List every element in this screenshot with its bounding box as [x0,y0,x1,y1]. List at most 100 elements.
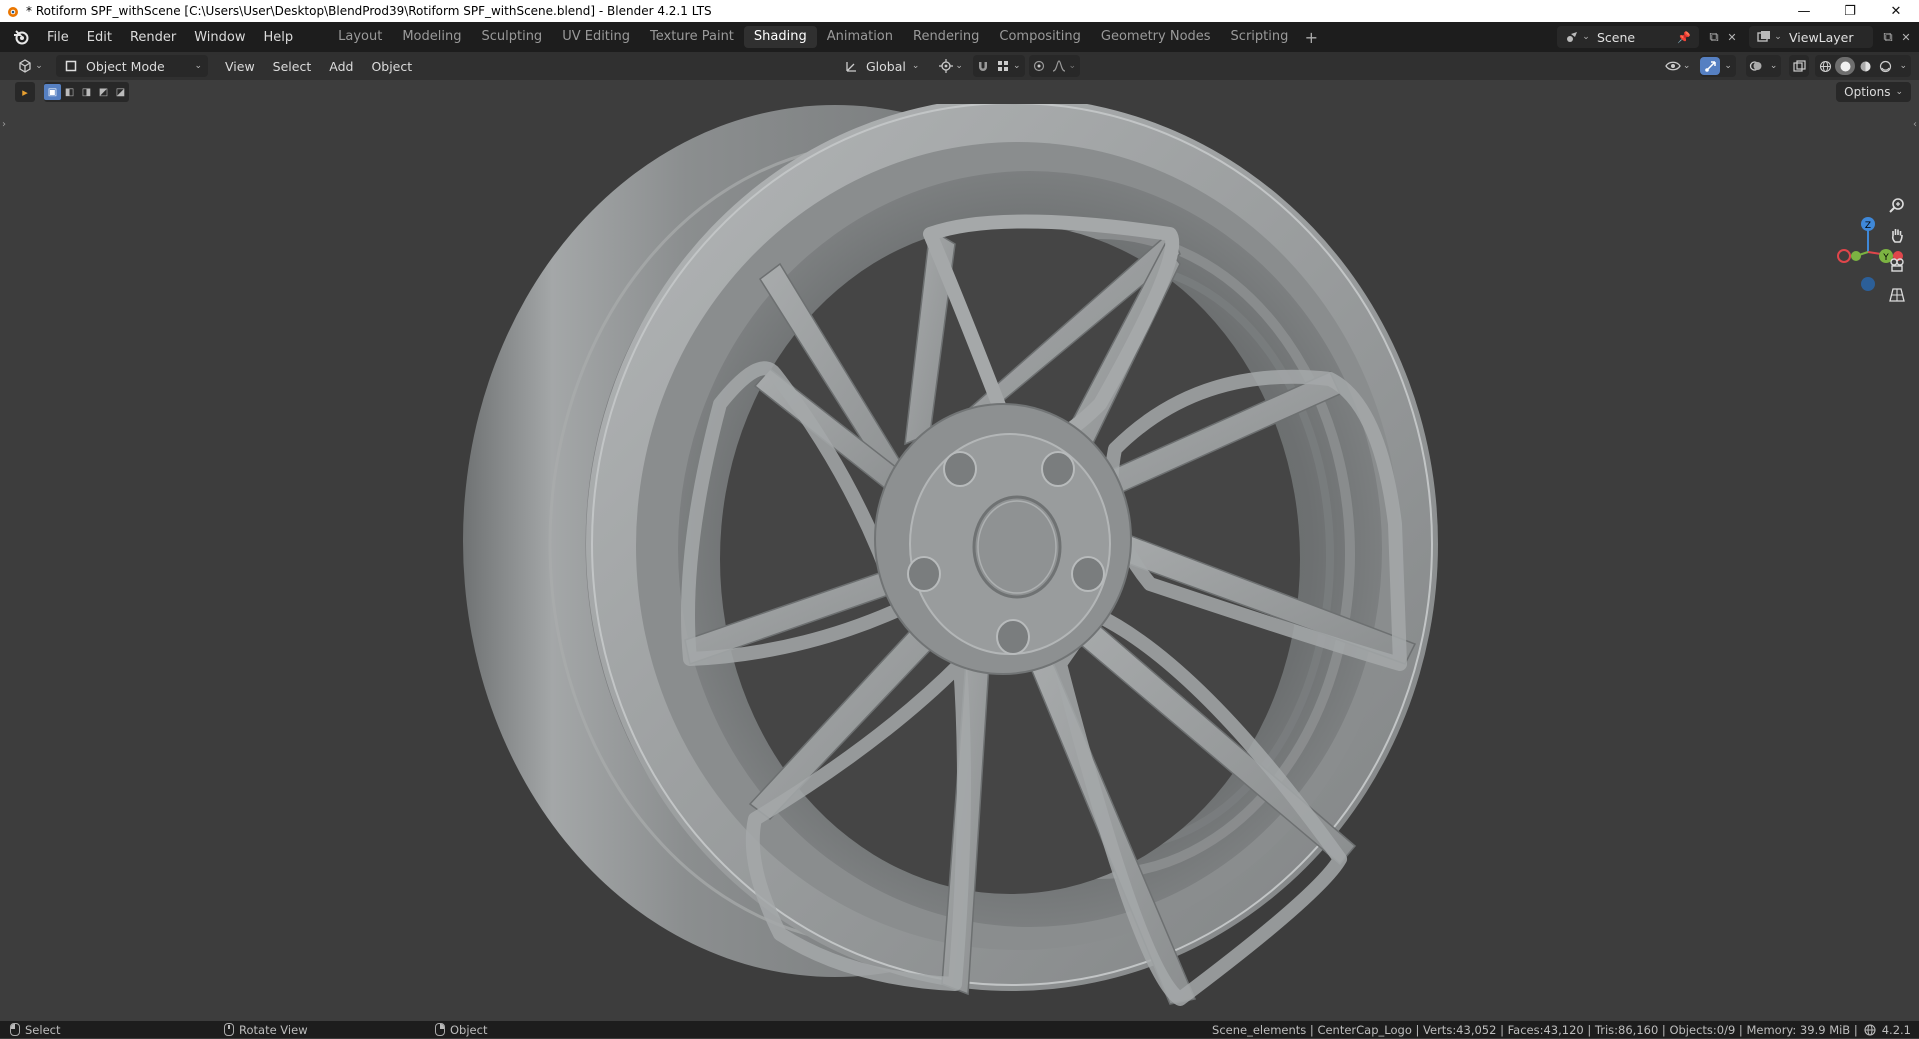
window-title: * Rotiform SPF_withScene [C:\Users\User\… [26,4,712,18]
pivot-point-selector[interactable]: ⌄ [931,55,969,77]
center-cap [972,495,1062,599]
snap-increment-icon[interactable] [993,57,1013,75]
xray-control [1789,55,1810,77]
menu-view[interactable]: View [216,59,264,74]
chevron-down-icon: ⌄ [1012,61,1021,71]
rendered-shading-icon[interactable] [1875,57,1895,75]
tab-shading[interactable]: Shading [743,26,817,48]
status-right-mouse-label: Object [450,1022,488,1037]
falloff-icon[interactable] [1049,57,1069,75]
transform-orientation-selector[interactable]: Global ⌄ [836,55,925,77]
status-bar: Select Rotate View Object Scene_elements… [0,1021,1919,1038]
tab-texture-paint[interactable]: Texture Paint [640,26,744,48]
viewport-display-tools: ⌄ ⌄ ⌄ ⌄ [1659,55,1911,77]
transform-tools: Global ⌄ ⌄ ⌄ ⌄ [836,55,1081,77]
editor-type-selector[interactable]: ⌄ [10,55,50,77]
select-tool-icon[interactable]: ▸ [15,82,35,102]
delete-scene-icon[interactable]: ✕ [1723,28,1741,46]
gizmo-z-label: Z [1865,221,1871,231]
pin-icon[interactable]: 📌 [1675,28,1693,46]
xray-icon[interactable] [1789,57,1809,75]
tab-geometry-nodes[interactable]: Geometry Nodes [1091,26,1221,48]
zoom-icon[interactable] [1884,192,1910,218]
scene-name[interactable]: Scene [1597,30,1675,45]
chevron-down-icon: ⌄ [1582,32,1590,42]
gizmo-y-neg-axis[interactable] [1851,251,1861,261]
tab-uv-editing[interactable]: UV Editing [552,26,640,48]
add-workspace-button[interactable]: + [1302,28,1320,47]
menu-select[interactable]: Select [264,59,321,74]
chevron-down-icon: ⌄ [955,61,963,71]
snap-magnet-icon[interactable] [973,57,993,75]
overlay-controls: ⌄ [1745,55,1782,77]
menu-window[interactable]: Window [185,30,254,45]
status-left-mouse: Select [10,1023,60,1037]
right-mouse-icon [435,1023,445,1036]
tab-layout[interactable]: Layout [328,26,392,48]
scene-selector[interactable]: ⌄ Scene 📌 [1557,26,1699,48]
overlays-icon[interactable] [1746,57,1766,75]
close-button[interactable]: ✕ [1873,0,1919,22]
chevron-down-icon: ⌄ [35,61,43,71]
object-mode-icon [62,57,80,75]
selection-mode-buttons: ▣ ◧ ◨ ◩ ◪ [44,82,129,102]
select-invert-icon[interactable]: ◩ [95,84,112,100]
proportional-edit-icon[interactable] [1029,57,1049,75]
viewport-header: ⌄ Object Mode ⌄ View Select Add Object G… [0,52,1919,80]
blender-app-icon [8,7,18,17]
status-left-mouse-label: Select [25,1022,61,1037]
viewport-menus: View Select Add Object [216,59,421,74]
menu-object[interactable]: Object [362,59,421,74]
minimize-button[interactable]: — [1781,0,1827,22]
maximize-button[interactable]: ❐ [1827,0,1873,22]
orientation-label: Global [866,58,906,74]
orientation-icon [842,57,860,75]
select-intersect-icon[interactable]: ◪ [112,84,129,100]
solid-shading-icon[interactable] [1835,57,1856,75]
menu-edit[interactable]: Edit [78,30,121,45]
chevron-down-icon: ⌄ [194,61,202,71]
tab-sculpting[interactable]: Sculpting [471,26,552,48]
viewport-icon [16,57,34,75]
select-subtract-icon[interactable]: ◨ [78,84,95,100]
tab-modeling[interactable]: Modeling [392,26,471,48]
menu-file[interactable]: File [38,30,78,45]
menu-add[interactable]: Add [320,59,362,74]
view-layer-selector[interactable]: ⌄ ViewLayer [1749,26,1873,48]
tab-animation[interactable]: Animation [817,26,903,48]
options-dropdown[interactable]: Options ⌄ [1836,82,1911,102]
material-shading-icon[interactable] [1855,57,1875,75]
status-right-mouse: Object [435,1023,487,1037]
options-label: Options [1844,85,1891,99]
status-middle-mouse-label: Rotate View [239,1022,308,1037]
tab-scripting[interactable]: Scripting [1221,26,1299,48]
view-layer-icon [1755,28,1773,46]
new-scene-icon[interactable]: ⧉ [1705,28,1723,46]
menu-render[interactable]: Render [121,30,185,45]
menu-help[interactable]: Help [255,30,303,45]
chevron-down-icon: ⌄ [1068,61,1077,71]
eye-icon[interactable] [1663,57,1683,75]
select-extend-icon[interactable]: ◧ [61,84,78,100]
perspective-toggle-icon[interactable] [1884,282,1910,308]
wireframe-shading-icon[interactable] [1815,57,1835,75]
new-view-layer-icon[interactable]: ⧉ [1879,28,1897,46]
main-menu: File Edit Render Window Help [38,30,302,45]
tool-settings-row: ▸ ▣ ◧ ◨ ◩ ◪ Options ⌄ [0,80,1919,104]
gizmo-toggle-icon[interactable] [1700,57,1721,75]
mode-selector[interactable]: Object Mode ⌄ [56,55,208,77]
blender-version: 4.2.1 [1881,1022,1911,1037]
gizmo-x-neg-axis[interactable] [1837,249,1851,263]
3d-viewport[interactable]: › ‹ Z Y [0,104,1919,1021]
pivot-icon [937,57,955,75]
tab-compositing[interactable]: Compositing [989,26,1091,48]
tab-rendering[interactable]: Rendering [903,26,989,48]
shading-mode-controls: ⌄ [1815,55,1911,77]
delete-view-layer-icon[interactable]: ✕ [1897,28,1915,46]
camera-view-icon[interactable] [1884,252,1910,278]
pan-hand-icon[interactable] [1884,222,1910,248]
blender-menu-icon[interactable] [10,26,32,48]
gizmo-z-neg-axis[interactable] [1861,277,1875,291]
select-new-icon[interactable]: ▣ [44,84,61,100]
view-layer-name[interactable]: ViewLayer [1789,30,1867,45]
